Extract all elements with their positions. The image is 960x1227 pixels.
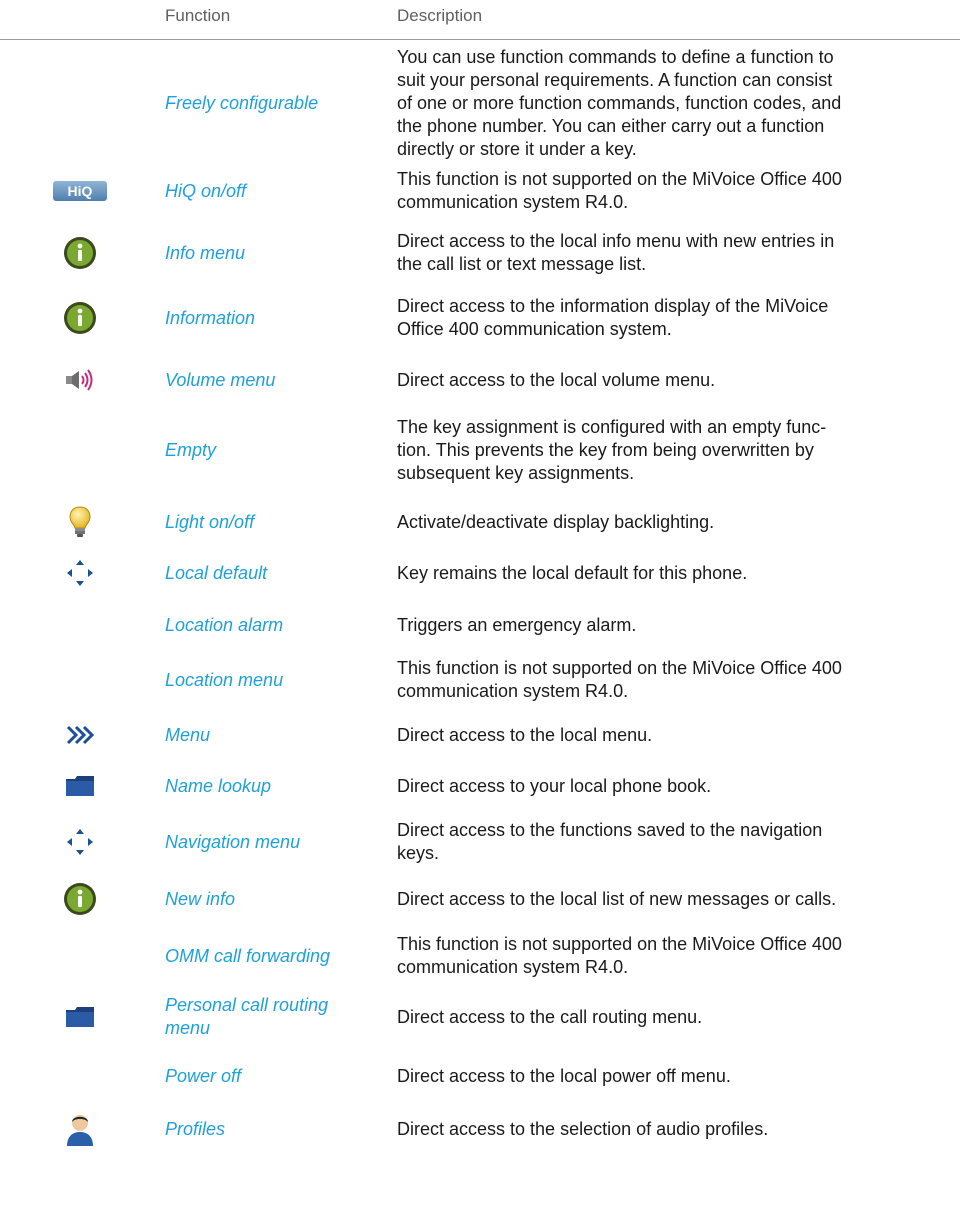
info-icon — [63, 882, 97, 916]
person-icon — [65, 1112, 95, 1146]
header-divider — [0, 39, 960, 40]
table-row: Power off Direct access to the local pow… — [0, 1054, 960, 1098]
table-row: Info menu Direct access to the local inf… — [0, 226, 960, 280]
double-chevron-icon — [64, 724, 96, 746]
function-name: Freely configurable — [165, 92, 319, 113]
header-function: Function — [165, 6, 231, 25]
table-row: Information Direct access to the informa… — [0, 291, 960, 345]
table-row: Empty The key assignment is configured w… — [0, 408, 960, 492]
function-description: The key assignment is configured with an… — [397, 416, 827, 483]
speaker-icon — [64, 368, 96, 392]
function-name: Location alarm — [165, 614, 284, 635]
function-description: Triggers an emergency alarm. — [397, 614, 637, 635]
function-name: HiQ on/off — [165, 180, 247, 201]
table-row: Personal call routing menu Direct access… — [0, 990, 960, 1044]
svg-text:HiQ: HiQ — [68, 183, 93, 199]
function-name: Name lookup — [165, 775, 272, 796]
table-row: HiQ HiQ on/off This function is not supp… — [0, 164, 960, 218]
header-description: Description — [397, 6, 483, 25]
table-row: Volume menu Direct access to the local v… — [0, 360, 960, 400]
navigation-arrows-icon — [66, 828, 94, 856]
info-icon — [63, 301, 97, 335]
function-description: Direct access to the selection of audio … — [397, 1118, 769, 1139]
function-name: Light on/off — [165, 511, 255, 532]
table-row: Local default Key remains the local defa… — [0, 552, 960, 594]
table-row: Freely configurable You can use function… — [0, 44, 960, 162]
function-name: Information — [165, 307, 256, 328]
function-name: Menu — [165, 724, 211, 745]
function-description: You can use function commands to define … — [397, 46, 842, 159]
function-description: Direct access to the information display… — [397, 296, 829, 339]
function-name: Navigation menu — [165, 831, 301, 852]
function-description: Direct access to the local volume menu. — [397, 369, 716, 390]
navigation-arrows-icon — [66, 559, 94, 587]
folder-icon — [65, 1006, 95, 1028]
function-name: Power off — [165, 1065, 242, 1086]
function-name: Local default — [165, 562, 268, 583]
info-icon — [63, 236, 97, 270]
function-description: This function is not supported on the Mi… — [397, 658, 842, 701]
table-row: OMM call forwarding This function is not… — [0, 929, 960, 983]
table-row: Navigation menu Direct access to the fun… — [0, 815, 960, 869]
table-row: Profiles Direct access to the selection … — [0, 1107, 960, 1151]
function-name: Personal call routing menu — [165, 995, 329, 1038]
function-description: Key remains the local default for this p… — [397, 562, 748, 583]
function-description: This function is not supported on the Mi… — [397, 934, 842, 977]
hiq-icon: HiQ — [53, 181, 107, 201]
table-row: Location alarm Triggers an emergency ala… — [0, 604, 960, 646]
function-description: Direct access to your local phone book. — [397, 775, 712, 796]
function-name: New info — [165, 888, 236, 909]
function-description: Direct access to the local list of new m… — [397, 888, 837, 909]
lightbulb-icon — [68, 506, 92, 538]
folder-icon — [65, 775, 95, 797]
function-name: Info menu — [165, 242, 246, 263]
function-name: OMM call forwarding — [165, 945, 331, 966]
function-description: Direct access to the functions saved to … — [397, 820, 823, 863]
function-description: Direct access to the call routing menu. — [397, 1006, 703, 1027]
function-name: Empty — [165, 439, 217, 460]
table-row: Location menu This function is not suppo… — [0, 653, 960, 707]
function-description: Direct access to the local info menu wit… — [397, 231, 835, 274]
table-row: Light on/off Activate/deactivate display… — [0, 501, 960, 543]
function-description: This function is not supported on the Mi… — [397, 169, 842, 212]
table-row: Name lookup Direct access to your local … — [0, 765, 960, 807]
function-name: Profiles — [165, 1118, 226, 1139]
function-description: Direct access to the local menu. — [397, 724, 653, 745]
function-description: Activate/deactivate display backlighting… — [397, 511, 715, 532]
table-row: New info Direct access to the local list… — [0, 877, 960, 921]
function-name: Volume menu — [165, 369, 276, 390]
function-name: Location menu — [165, 669, 284, 690]
function-description: Direct access to the local power off men… — [397, 1065, 731, 1086]
table-row: Menu Direct access to the local menu. — [0, 714, 960, 756]
